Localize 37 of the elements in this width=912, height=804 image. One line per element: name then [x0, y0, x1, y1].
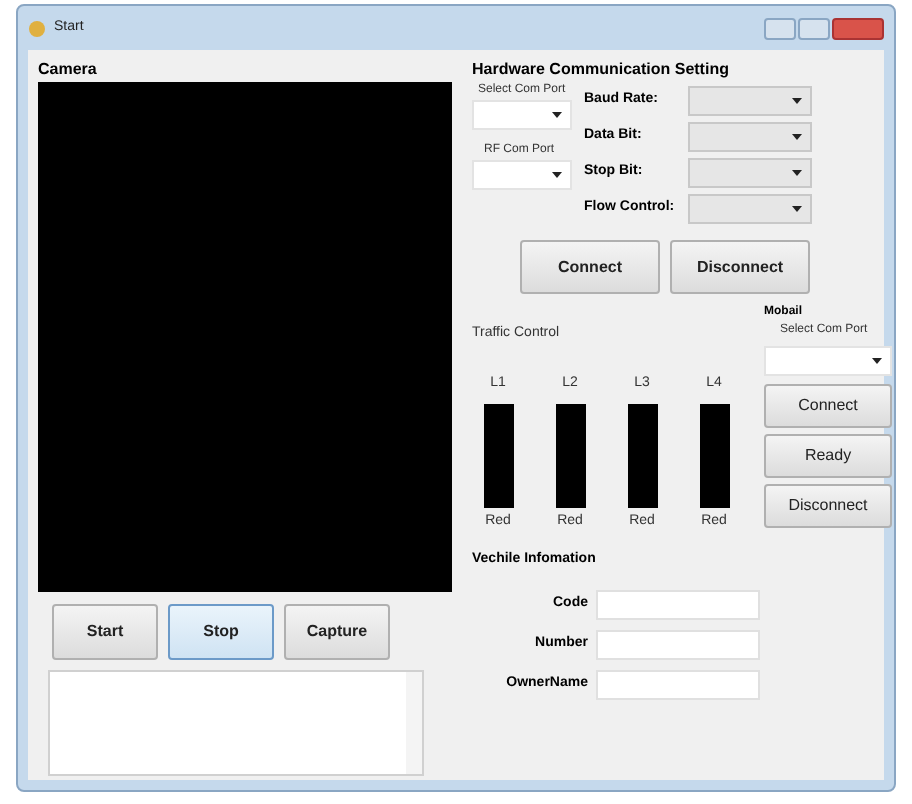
- dropdown-arrow-icon: [552, 112, 562, 118]
- combo-box[interactable]: [764, 346, 892, 376]
- text-field[interactable]: [596, 630, 760, 660]
- camera-label: Camera: [38, 58, 99, 82]
- combo-box[interactable]: [688, 86, 812, 116]
- app-icon: [28, 19, 46, 37]
- text-area[interactable]: [48, 670, 424, 776]
- close-button[interactable]: [832, 17, 884, 39]
- button[interactable]: Ready: [764, 434, 892, 478]
- dropdown-arrow-icon: [792, 98, 802, 104]
- traffic-light: [627, 404, 657, 508]
- button[interactable]: Stop: [168, 604, 274, 660]
- dropdown-arrow-icon: [792, 170, 802, 176]
- combo-box[interactable]: [688, 158, 812, 188]
- minimize-button[interactable]: [764, 17, 796, 39]
- maximize-button[interactable]: [798, 17, 830, 39]
- traffic-light: [699, 404, 729, 508]
- button[interactable]: Capture: [284, 604, 390, 660]
- dropdown-arrow-icon: [792, 134, 802, 140]
- combo-box[interactable]: [688, 194, 812, 224]
- dropdown-arrow-icon: [872, 358, 882, 364]
- button[interactable]: Connect: [764, 384, 892, 428]
- text-field[interactable]: [596, 590, 760, 620]
- dropdown-arrow-icon: [552, 172, 562, 178]
- button[interactable]: Disconnect: [670, 240, 810, 294]
- traffic-light: [483, 404, 513, 508]
- combo-box[interactable]: [472, 160, 572, 190]
- scroll-bar[interactable]: [406, 672, 422, 774]
- combo-box[interactable]: [688, 122, 812, 152]
- combo-box[interactable]: [472, 100, 572, 130]
- button[interactable]: Connect: [520, 240, 660, 294]
- button[interactable]: Start: [52, 604, 158, 660]
- traffic-light: [555, 404, 585, 508]
- text-field[interactable]: [596, 670, 760, 700]
- button[interactable]: Disconnect: [764, 484, 892, 528]
- dropdown-arrow-icon: [792, 206, 802, 212]
- section-title: Hardware Communication Setting: [472, 58, 731, 82]
